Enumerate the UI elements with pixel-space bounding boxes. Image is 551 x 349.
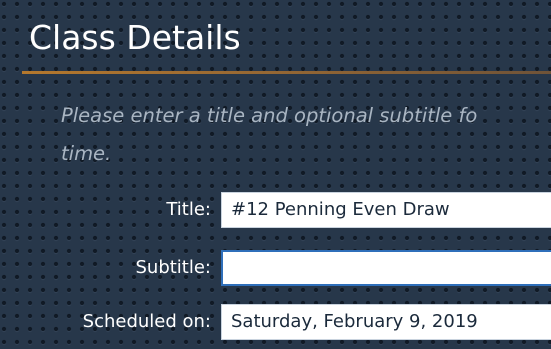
instructions-line-1: Please enter a title and optional subtit… (61, 104, 478, 127)
subtitle-row: Subtitle: (0, 250, 551, 286)
title-input[interactable]: #12 Penning Even Draw (221, 192, 551, 228)
instructions-text: Please enter a title and optional subtit… (61, 97, 551, 173)
subtitle-input[interactable] (221, 250, 551, 286)
title-divider (22, 71, 551, 74)
scheduled-date-input[interactable]: Saturday, February 9, 2019 (221, 304, 551, 340)
subtitle-label: Subtitle: (135, 257, 211, 278)
title-label: Title: (166, 199, 211, 220)
title-row: Title: #12 Penning Even Draw (0, 192, 551, 228)
scheduled-label: Scheduled on: (82, 311, 211, 332)
page-title: Class Details (29, 18, 241, 57)
scheduled-row: Scheduled on: Saturday, February 9, 2019 (0, 304, 551, 340)
class-details-panel: Class Details Please enter a title and o… (0, 0, 551, 349)
instructions-line-2: time. (61, 142, 112, 165)
